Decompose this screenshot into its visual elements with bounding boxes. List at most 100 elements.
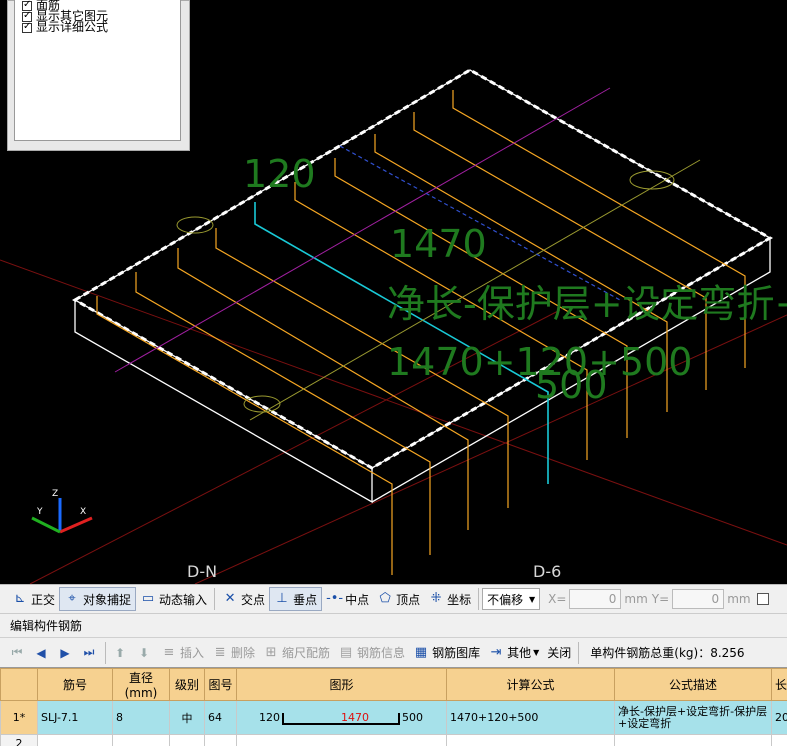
perpendicular-snap-button[interactable]: ⊥ 垂点 xyxy=(269,587,323,611)
toolbar-separator xyxy=(578,641,580,664)
coordinate-snap-button[interactable]: ⁜ 坐标 xyxy=(424,587,475,611)
cell-formula[interactable] xyxy=(446,734,615,746)
svg-text:Y: Y xyxy=(36,507,43,517)
object-snap-icon: ⌖ xyxy=(68,591,76,606)
midpoint-snap-button[interactable]: -•- 中点 xyxy=(322,587,373,611)
row-index[interactable]: 2 xyxy=(0,734,38,746)
column-header[interactable]: 图形 xyxy=(236,668,447,701)
last-record-icon[interactable]: ⏭ xyxy=(78,642,100,664)
vertex-snap-button[interactable]: ⬠ 顶点 xyxy=(373,587,424,611)
toolbar-separator xyxy=(214,588,216,610)
table-row[interactable]: 2 xyxy=(0,734,787,746)
shape-right-value: 500 xyxy=(402,711,423,724)
cell-shape-no[interactable] xyxy=(204,734,237,746)
intersection-icon: ✕ xyxy=(224,591,236,606)
next-record-icon[interactable]: ▶ xyxy=(54,642,76,664)
table-header-row: 筋号 直径(mm) 级别 图号 图形 计算公式 公式描述 长 xyxy=(0,668,787,701)
checkbox[interactable] xyxy=(22,21,32,33)
formula-description-label: 净长-保护层+设定弯折+ xyxy=(387,282,787,326)
section-title: 编辑构件钢筋 xyxy=(0,615,787,637)
insert-button[interactable]: ≡ 插入 xyxy=(157,641,208,665)
insert-icon: ≡ xyxy=(163,644,175,660)
scale-config-button[interactable]: ⊞ 缩尺配筋 xyxy=(259,641,334,665)
ortho-icon: ⊾ xyxy=(14,591,26,606)
cell-shape-graphic[interactable] xyxy=(236,734,447,746)
axis-name-right: D-6 xyxy=(533,562,562,581)
prev-record-icon[interactable]: ◀ xyxy=(30,642,52,664)
cell-grade[interactable]: 中 xyxy=(169,700,205,735)
other-menu-button[interactable]: ⇥ 其他 ▼ xyxy=(484,641,543,665)
dynamic-input-button[interactable]: ▭ 动态输入 xyxy=(136,587,211,611)
cell-shape-no[interactable]: 64 xyxy=(204,700,237,735)
shape-left-value: 120 xyxy=(259,711,280,724)
cell-diameter[interactable]: 8 xyxy=(112,700,170,735)
intersection-snap-button[interactable]: ✕ 交点 xyxy=(218,587,269,611)
rebar-group xyxy=(96,90,746,575)
toolbar-separator xyxy=(105,641,106,664)
column-header[interactable]: 直径(mm) xyxy=(112,668,170,701)
cell-grade[interactable] xyxy=(169,734,205,746)
total-weight-label: 单构件钢筋总重(kg)：8.256 xyxy=(590,646,745,660)
axis-name-left: D-N xyxy=(187,562,218,581)
column-header[interactable]: 计算公式 xyxy=(446,668,615,701)
ortho-button[interactable]: ⊾ 正交 xyxy=(8,587,59,611)
rotate-checkbox[interactable] xyxy=(756,593,769,605)
move-up-icon[interactable]: ⬆ xyxy=(109,642,131,664)
delete-icon: ≣ xyxy=(214,644,226,660)
column-header[interactable]: 公式描述 xyxy=(614,668,772,701)
y-coordinate-field: Y= 0 mm xyxy=(652,588,751,610)
rebar-table: 筋号 直径(mm) 级别 图号 图形 计算公式 公式描述 长 1* SLJ-7.… xyxy=(0,667,787,746)
move-down-icon[interactable]: ⬇ xyxy=(133,642,155,664)
cell-shape-graphic[interactable]: 120 1470 500 xyxy=(236,700,447,735)
chevron-down-icon: ▼ xyxy=(533,648,540,657)
column-header[interactable]: 长 xyxy=(771,668,787,701)
midpoint-icon: -•- xyxy=(326,591,344,606)
dynamic-input-icon: ▭ xyxy=(141,591,155,606)
column-header[interactable]: 图号 xyxy=(204,668,237,701)
table-row[interactable]: 1* SLJ-7.1 8 中 64 120 1470 500 1470+120+… xyxy=(0,700,787,735)
object-snap-button[interactable]: ⌖ 对象捕捉 xyxy=(59,587,137,611)
y-input[interactable]: 0 xyxy=(672,589,725,609)
cell-length[interactable] xyxy=(771,734,787,746)
column-header[interactable]: 筋号 xyxy=(37,668,113,701)
rebar-library-icon: ▦ xyxy=(414,644,428,660)
row-index[interactable]: 1* xyxy=(0,700,38,735)
scale-config-icon: ⊞ xyxy=(265,644,277,660)
rebar-library-button[interactable]: ▦ 钢筋图库 xyxy=(409,641,484,665)
svg-text:X: X xyxy=(80,507,86,517)
rebar-info-icon: ▤ xyxy=(339,644,353,660)
x-coordinate-field: X= 0 mm xyxy=(548,588,648,610)
option-show-detail-formula[interactable]: 显示详细公式 xyxy=(22,21,180,33)
cell-description[interactable]: 净长-保护层+设定弯折-保护层+设定弯折 xyxy=(614,700,772,735)
chevron-down-icon: ▼ xyxy=(528,594,536,604)
vertex-icon: ⬠ xyxy=(379,591,391,606)
x-input[interactable]: 0 xyxy=(569,589,622,609)
column-header xyxy=(0,668,38,701)
cell-diameter[interactable] xyxy=(112,734,170,746)
toolbar-separator xyxy=(478,588,480,610)
ucs-axis-icon: Z Y X xyxy=(31,489,93,534)
dimension-label-500: 500 xyxy=(535,363,608,407)
perpendicular-icon: ⊥ xyxy=(276,591,288,606)
cell-name[interactable] xyxy=(37,734,113,746)
cell-name[interactable]: SLJ-7.1 xyxy=(37,700,113,735)
column-header[interactable]: 级别 xyxy=(169,668,205,701)
other-icon: ⇥ xyxy=(490,644,502,660)
first-record-icon[interactable]: ⏮ xyxy=(6,642,28,664)
svg-text:Z: Z xyxy=(52,489,58,499)
delete-button[interactable]: ≣ 删除 xyxy=(208,641,259,665)
cell-description[interactable] xyxy=(614,734,772,746)
snap-toolbar: ⊾ 正交 ⌖ 对象捕捉 ▭ 动态输入 ✕ 交点 ⊥ 垂点 -•- 中点 ⬠ 顶点… xyxy=(0,584,787,614)
dimension-label-1470: 1470 xyxy=(390,222,487,266)
rebar-toolbar: ⏮ ◀ ▶ ⏭ ⬆ ⬇ ≡ 插入 ≣ 删除 ⊞ 缩尺配筋 ▤ 钢筋信息 ▦ 钢筋… xyxy=(0,637,787,667)
shape-mid-value[interactable]: 1470 xyxy=(341,711,369,724)
close-button[interactable]: 关闭 xyxy=(543,641,575,665)
dimension-label-120: 120 xyxy=(243,152,316,196)
rebar-info-button[interactable]: ▤ 钢筋信息 xyxy=(334,641,409,665)
offset-mode-select[interactable]: 不偏移 ▼ xyxy=(482,588,541,610)
3d-viewport[interactable]: Z Y X 120 1470 净长-保护层+设定弯折+ 1470+120+500… xyxy=(0,0,787,584)
coordinate-icon: ⁜ xyxy=(430,591,442,606)
cell-formula[interactable]: 1470+120+500 xyxy=(446,700,615,735)
cell-length[interactable]: 209 xyxy=(771,700,787,735)
display-options-panel: 面筋 显示其它图元 显示详细公式 xyxy=(7,0,190,151)
